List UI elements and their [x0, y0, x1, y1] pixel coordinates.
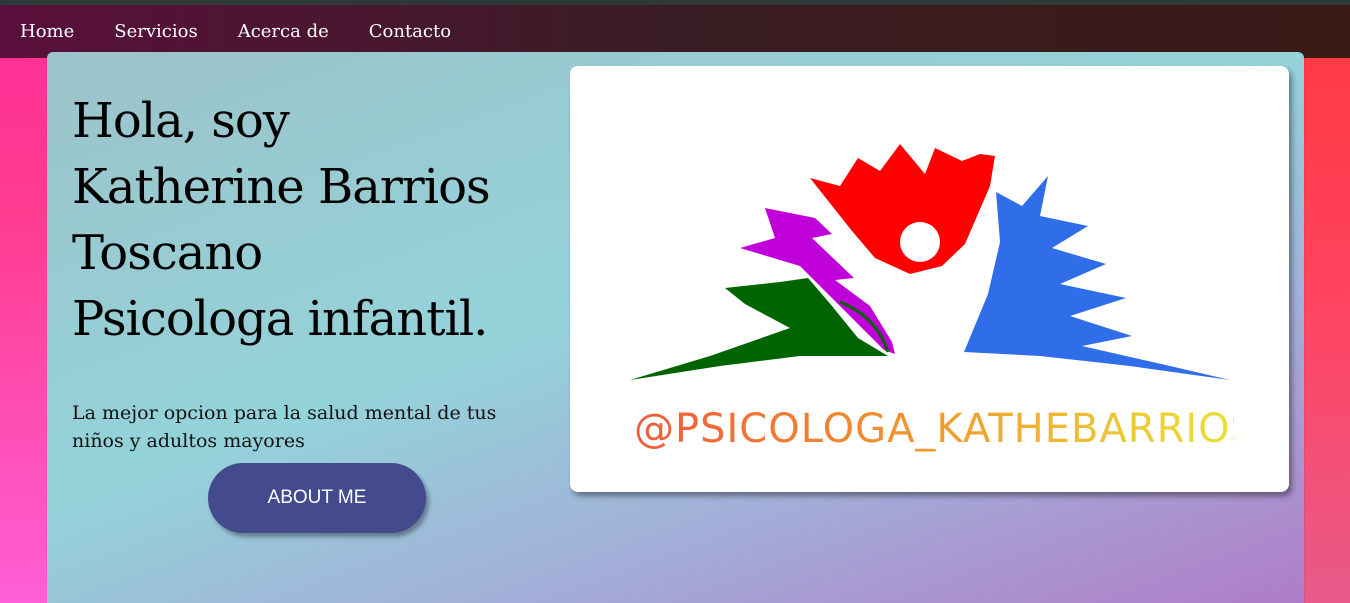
logo-red-crown-hole: [900, 222, 940, 262]
about-me-button[interactable]: ABOUT ME: [208, 463, 426, 533]
logo-blue-fan: [964, 176, 1230, 380]
logo-card: @PSICOLOGA_KATHEBARRIOS: [570, 66, 1289, 492]
nav-link-home[interactable]: Home: [20, 21, 74, 42]
logo-red-crown: [810, 144, 995, 274]
nav-link-servicios[interactable]: Servicios: [114, 21, 197, 42]
hero-heading-line: Psicologa infantil.: [72, 291, 488, 347]
nav-link-acerca-de[interactable]: Acerca de: [238, 21, 329, 42]
nav-link-contacto[interactable]: Contacto: [369, 21, 451, 42]
hero-heading-line: Katherine Barrios: [72, 159, 491, 215]
top-navigation: Home Servicios Acerca de Contacto: [0, 5, 1350, 58]
hero-heading: Hola, soy Katherine Barrios Toscano Psic…: [72, 88, 552, 352]
hero-heading-line: Toscano: [72, 225, 263, 281]
logo-caption: @PSICOLOGA_KATHEBARRIOS: [634, 406, 1258, 452]
hero-heading-line: Hola, soy: [72, 93, 290, 149]
hero-subtitle: La mejor opcion para la salud mental de …: [72, 402, 497, 452]
background-right-strip: [1304, 58, 1350, 603]
